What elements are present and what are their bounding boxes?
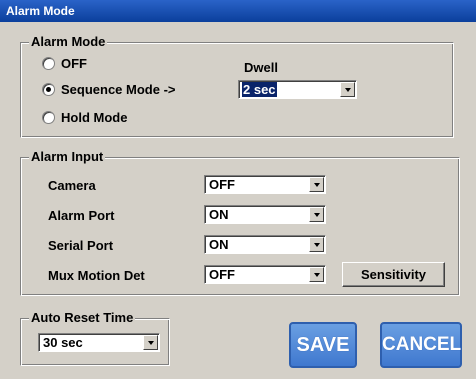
alarm-mode-legend: Alarm Mode <box>29 34 108 49</box>
mux-motion-det-label: Mux Motion Det <box>48 268 145 283</box>
serial-port-label: Serial Port <box>48 238 114 253</box>
window-title: Alarm Mode <box>0 0 476 22</box>
alarm-port-label: Alarm Port <box>48 208 115 223</box>
chevron-down-icon[interactable] <box>340 82 355 97</box>
auto-reset-legend: Auto Reset Time <box>29 310 136 325</box>
serial-port-value: ON <box>209 237 229 252</box>
alarm-port-value: ON <box>209 207 229 222</box>
alarm-port-select[interactable]: ON <box>204 205 326 224</box>
dwell-select[interactable]: 2 sec <box>238 80 357 99</box>
cancel-button[interactable]: CANCEL <box>380 322 462 368</box>
camera-select[interactable]: OFF <box>204 175 326 194</box>
mux-motion-det-value: OFF <box>209 267 235 282</box>
radio-off[interactable]: OFF <box>42 56 87 71</box>
save-button[interactable]: SAVE <box>289 322 357 368</box>
radio-off-indicator[interactable] <box>42 57 55 70</box>
dwell-value: 2 sec <box>242 82 277 97</box>
dwell-label: Dwell <box>244 60 278 75</box>
radio-sequence-mode[interactable]: Sequence Mode -> <box>42 82 176 97</box>
chevron-down-icon[interactable] <box>309 207 324 222</box>
chevron-down-icon[interactable] <box>309 177 324 192</box>
camera-label: Camera <box>48 178 96 193</box>
chevron-down-icon[interactable] <box>309 237 324 252</box>
radio-hold-mode-label: Hold Mode <box>61 110 128 125</box>
mux-motion-det-select[interactable]: OFF <box>204 265 326 284</box>
radio-hold-mode[interactable]: Hold Mode <box>42 110 127 125</box>
radio-hold-mode-indicator[interactable] <box>42 111 55 124</box>
auto-reset-value: 30 sec <box>43 335 83 350</box>
chevron-down-icon[interactable] <box>309 267 324 282</box>
radio-sequence-mode-indicator[interactable] <box>42 83 55 96</box>
radio-off-label: OFF <box>61 56 87 71</box>
radio-sequence-mode-label: Sequence Mode -> <box>61 82 176 97</box>
alarm-input-legend: Alarm Input <box>29 149 106 164</box>
sensitivity-button[interactable]: Sensitivity <box>342 262 445 287</box>
serial-port-select[interactable]: ON <box>204 235 326 254</box>
chevron-down-icon[interactable] <box>143 335 158 350</box>
camera-value: OFF <box>209 177 235 192</box>
auto-reset-select[interactable]: 30 sec <box>38 333 160 352</box>
